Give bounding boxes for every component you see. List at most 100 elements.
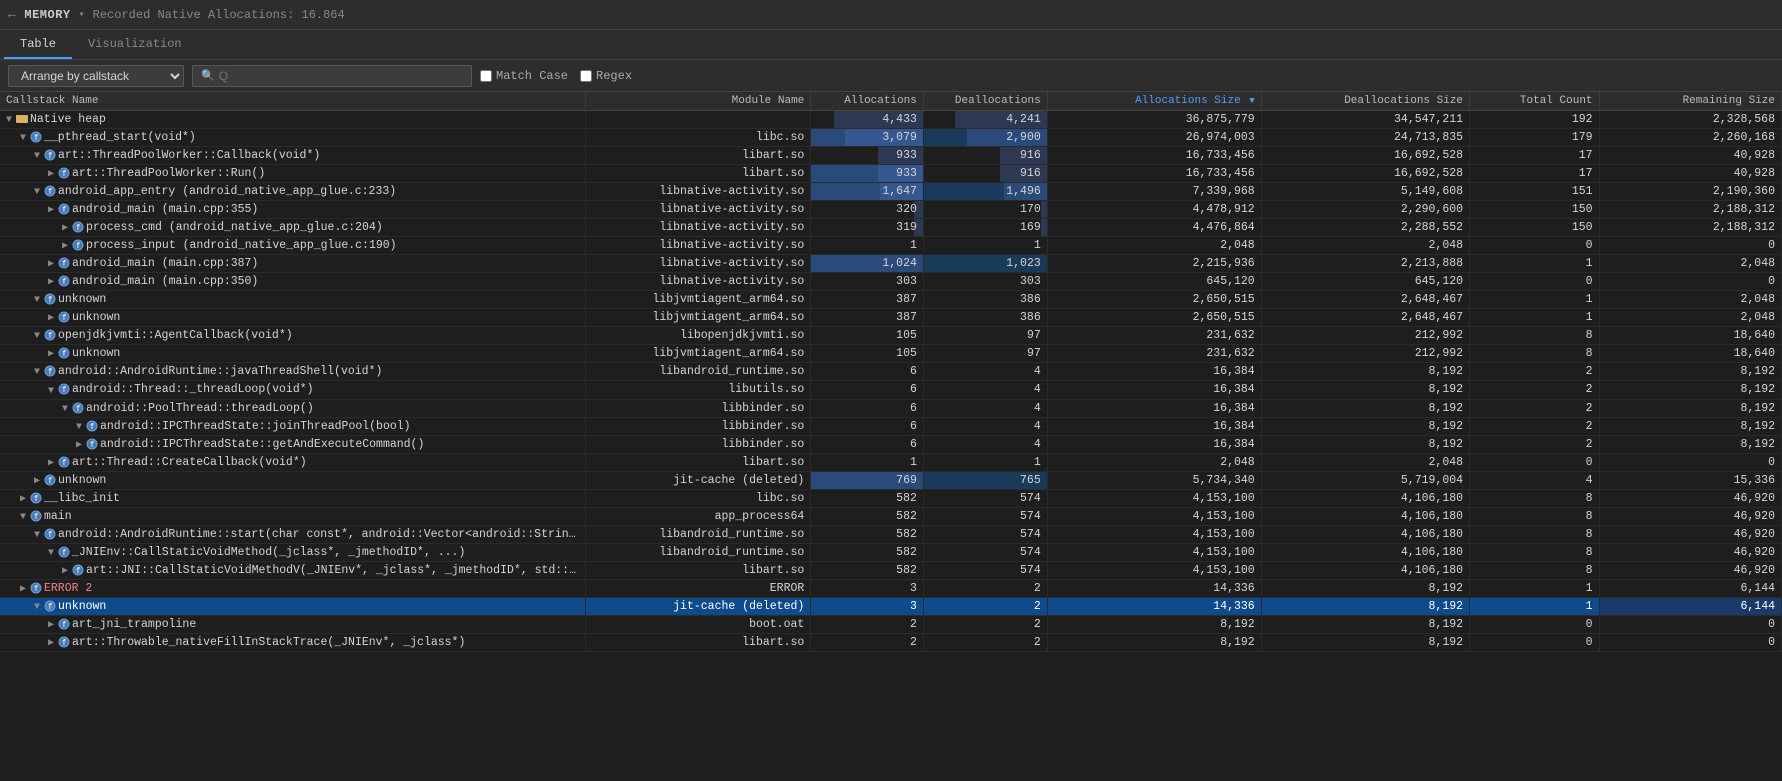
table-row[interactable]: ▶funknownjit-cache (deleted)7697655,734,…	[0, 471, 1782, 489]
col-header-alloc-size[interactable]: Allocations Size ▼	[1047, 92, 1261, 111]
search-input[interactable]	[219, 69, 459, 83]
expand-button[interactable]: ▼	[32, 331, 42, 342]
cell-callstack: ▼f_JNIEnv::CallStaticVoidMethod(_jclass*…	[0, 543, 586, 561]
app-title-dropdown[interactable]: ▾	[79, 9, 85, 21]
svg-text:f: f	[62, 620, 67, 629]
table-row[interactable]: ▼fopenjdkjvmti::AgentCallback(void*)libo…	[0, 327, 1782, 345]
table-row[interactable]: ▼f_JNIEnv::CallStaticVoidMethod(_jclass*…	[0, 543, 1782, 561]
table-row[interactable]: ▼fandroid::IPCThreadState::joinThreadPoo…	[0, 417, 1782, 435]
expand-button[interactable]: ▶	[74, 439, 84, 451]
expand-button[interactable]: ▼	[32, 295, 42, 306]
table-row[interactable]: ▶fart::Thread::CreateCallback(void*)liba…	[0, 453, 1782, 471]
table-row[interactable]: ▶funknownlibjvmtiagent_arm64.so3873862,6…	[0, 309, 1782, 327]
expand-button[interactable]: ▶	[46, 258, 56, 270]
table-row[interactable]: ▼funknownjit-cache (deleted)3214,3368,19…	[0, 597, 1782, 615]
expand-button[interactable]: ▼	[46, 386, 56, 397]
cell-alloc-size: 645,120	[1047, 273, 1261, 291]
table-row[interactable]: ▶fandroid_main (main.cpp:387)libnative-a…	[0, 255, 1782, 273]
table-row[interactable]: ▼Native heap4,4334,24136,875,77934,547,2…	[0, 111, 1782, 129]
table-row[interactable]: ▼fandroid_app_entry (android_native_app_…	[0, 183, 1782, 201]
cell-alloc-size: 4,478,912	[1047, 201, 1261, 219]
table-row[interactable]: ▶funknownlibjvmtiagent_arm64.so10597231,…	[0, 345, 1782, 363]
table-row[interactable]: ▶fart::JNI::CallStaticVoidMethodV(_JNIEn…	[0, 561, 1782, 579]
expand-button[interactable]: ▼	[32, 151, 42, 162]
table-row[interactable]: ▼fandroid::AndroidRuntime::start(char co…	[0, 525, 1782, 543]
expand-button[interactable]: ▶	[46, 457, 56, 469]
table-row[interactable]: ▼fmainapp_process645825744,153,1004,106,…	[0, 507, 1782, 525]
expand-button[interactable]: ▼	[32, 187, 42, 198]
col-header-remaining-size[interactable]: Remaining Size	[1599, 92, 1781, 111]
function-icon: f	[86, 438, 98, 450]
expand-button[interactable]: ▼	[18, 133, 28, 144]
col-header-dealloc-size[interactable]: Deallocations Size	[1261, 92, 1469, 111]
table-row[interactable]: ▶fart::Throwable_nativeFillInStackTrace(…	[0, 633, 1782, 651]
expand-button[interactable]: ▶	[60, 565, 70, 577]
regex-label[interactable]: Regex	[580, 69, 632, 83]
match-case-checkbox[interactable]	[480, 70, 492, 82]
expand-button[interactable]: ▶	[46, 204, 56, 216]
expand-button[interactable]: ▶	[60, 240, 70, 252]
cell-remaining-size: 0	[1599, 453, 1781, 471]
col-header-total-count[interactable]: Total Count	[1470, 92, 1600, 111]
table-row[interactable]: ▼funknownlibjvmtiagent_arm64.so3873862,6…	[0, 291, 1782, 309]
cell-remaining-size: 46,920	[1599, 507, 1781, 525]
expand-button[interactable]: ▼	[32, 367, 42, 378]
table-row[interactable]: ▶fprocess_cmd (android_native_app_glue.c…	[0, 219, 1782, 237]
expand-button[interactable]: ▶	[46, 168, 56, 180]
table-row[interactable]: ▶fandroid_main (main.cpp:355)libnative-a…	[0, 201, 1782, 219]
table-row[interactable]: ▼fart::ThreadPoolWorker::Callback(void*)…	[0, 147, 1782, 165]
table-row[interactable]: ▼fandroid::Thread::_threadLoop(void*)lib…	[0, 381, 1782, 399]
svg-text:f: f	[62, 638, 67, 647]
expand-button[interactable]: ▼	[60, 404, 70, 415]
expand-button[interactable]: ▼	[74, 422, 84, 433]
cell-alloc-size: 16,384	[1047, 399, 1261, 417]
col-header-callstack[interactable]: Callstack Name	[0, 92, 586, 111]
table-row[interactable]: ▶f__libc_initlibc.so5825744,153,1004,106…	[0, 489, 1782, 507]
table-row[interactable]: ▶fERROR 2ERROR3214,3368,19216,144	[0, 579, 1782, 597]
table-row[interactable]: ▶fandroid::IPCThreadState::getAndExecute…	[0, 435, 1782, 453]
expand-button[interactable]: ▼	[4, 115, 14, 126]
col-header-deallocations[interactable]: Deallocations	[923, 92, 1047, 111]
col-header-allocations[interactable]: Allocations	[811, 92, 924, 111]
table-row[interactable]: ▶fandroid_main (main.cpp:350)libnative-a…	[0, 273, 1782, 291]
cell-alloc-size: 14,336	[1047, 579, 1261, 597]
svg-text:f: f	[62, 277, 67, 286]
table-row[interactable]: ▶fart::ThreadPoolWorker::Run()libart.so9…	[0, 165, 1782, 183]
expand-button[interactable]: ▼	[46, 548, 56, 559]
cell-total-count: 150	[1470, 219, 1600, 237]
expand-button[interactable]: ▶	[46, 619, 56, 631]
cell-total-count: 8	[1470, 525, 1600, 543]
function-icon: f	[44, 149, 56, 161]
cell-allocations: 2	[811, 633, 924, 651]
expand-button[interactable]: ▶	[46, 348, 56, 360]
regex-checkbox[interactable]	[580, 70, 592, 82]
table-row[interactable]: ▶fprocess_input (android_native_app_glue…	[0, 237, 1782, 255]
arrange-select[interactable]: Arrange by callstack Arrange by allocati…	[8, 65, 184, 87]
table-row[interactable]: ▼fandroid::PoolThread::threadLoop()libbi…	[0, 399, 1782, 417]
tab-table[interactable]: Table	[4, 30, 72, 59]
expand-button[interactable]: ▼	[18, 512, 28, 523]
table-row[interactable]: ▼fandroid::AndroidRuntime::javaThreadShe…	[0, 363, 1782, 381]
cell-callstack: ▶fandroid_main (main.cpp:350)	[0, 273, 586, 291]
expand-button[interactable]: ▶	[18, 493, 28, 505]
expand-button[interactable]: ▶	[46, 312, 56, 324]
callstack-name: unknown	[58, 474, 106, 487]
expand-button[interactable]: ▼	[32, 602, 42, 613]
top-bar: ← MEMORY ▾ Recorded Native Allocations: …	[0, 0, 1782, 30]
back-button[interactable]: ←	[8, 7, 16, 23]
col-header-module[interactable]: Module Name	[586, 92, 811, 111]
expand-button[interactable]: ▼	[32, 530, 42, 541]
match-case-label[interactable]: Match Case	[480, 69, 568, 83]
table-row[interactable]: ▶fart_jni_trampolineboot.oat228,1928,192…	[0, 615, 1782, 633]
table-row[interactable]: ▼f__pthread_start(void*)libc.so3,0792,90…	[0, 129, 1782, 147]
expand-button[interactable]: ▶	[32, 475, 42, 487]
expand-button[interactable]: ▶	[18, 583, 28, 595]
tab-visualization[interactable]: Visualization	[72, 30, 198, 59]
cell-remaining-size: 0	[1599, 237, 1781, 255]
expand-button[interactable]: ▶	[60, 222, 70, 234]
function-icon: f	[44, 528, 56, 540]
expand-button[interactable]: ▶	[46, 637, 56, 649]
svg-text:f: f	[34, 133, 39, 142]
cell-total-count: 4	[1470, 471, 1600, 489]
expand-button[interactable]: ▶	[46, 276, 56, 288]
